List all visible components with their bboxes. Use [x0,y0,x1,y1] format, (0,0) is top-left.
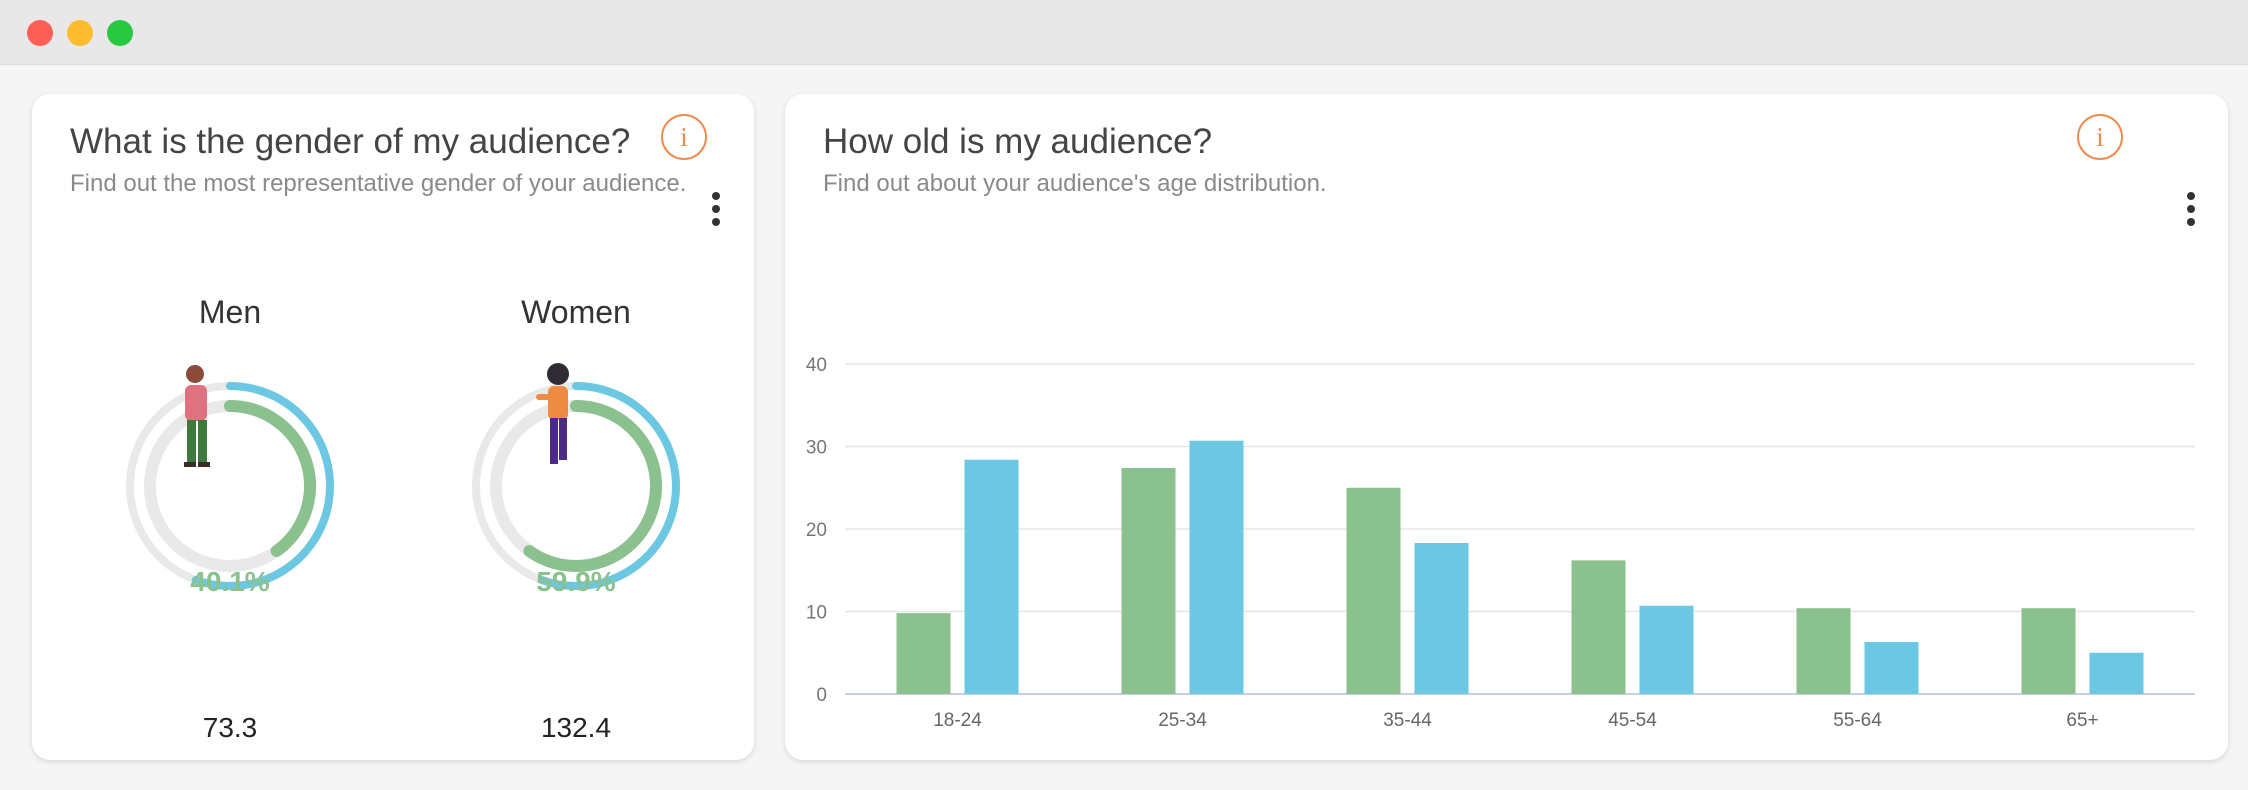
gender-card: What is the gender of my audience? Find … [32,94,754,760]
age-card: How old is my audience? Find out about y… [785,94,2228,760]
women-column: Women [466,294,686,331]
bar-55-64-series-1[interactable] [1796,608,1851,694]
bar-55-64-series-2[interactable] [1864,642,1919,694]
men-label: Men [198,294,262,330]
women-percent: 59.9% [536,566,616,597]
y-tick-label: 20 [806,520,827,541]
men-value: 73.3 [202,712,258,743]
x-tick-label: 55-64 [1833,710,1882,731]
bar-65+-series-2[interactable] [2089,652,2144,694]
x-tick-label: 45-54 [1608,710,1657,731]
gender-card-subtitle: Find out the most representative gender … [70,170,687,197]
x-tick-label: 35-44 [1383,710,1432,731]
age-bar-chart: 0 10 20 30 40 18-24 25-34 35-44 45-54 55-64 65+ [806,355,2195,731]
close-window-button[interactable] [27,20,53,46]
women-value: 132.4 [540,712,612,743]
bar-18-24-series-2[interactable] [964,459,1019,694]
more-options-icon[interactable] [710,192,722,230]
men-percent: 40.1% [190,566,270,597]
y-tick-label: 40 [806,355,827,376]
y-tick-label: 30 [806,438,827,459]
bar-18-24-series-1[interactable] [896,613,951,694]
x-tick-label: 65+ [2066,710,2098,731]
info-icon[interactable]: i [661,114,707,160]
bar-45-54-series-1[interactable] [1571,560,1626,694]
men-donut-chart [126,365,334,590]
minimize-window-button[interactable] [67,20,93,46]
y-tick-label: 10 [806,603,827,624]
y-tick-label: 0 [816,685,827,706]
window-titlebar [0,0,2248,65]
bar-35-44-series-2[interactable] [1414,543,1469,694]
bar-65+-series-1[interactable] [2021,608,2076,694]
men-column: Men [120,294,340,331]
bar-35-44-series-1[interactable] [1346,487,1401,694]
maximize-window-button[interactable] [107,20,133,46]
bar-45-54-series-2[interactable] [1639,605,1694,694]
bar-25-34-series-2[interactable] [1189,440,1244,694]
women-label: Women [521,294,631,330]
men-figure-illustration [184,365,210,467]
bar-25-34-series-1[interactable] [1121,467,1176,694]
x-tick-label: 18-24 [933,710,982,731]
donut-value-arc [523,400,662,572]
x-tick-label: 25-34 [1158,710,1207,731]
women-donut-chart [472,363,680,590]
gender-card-title: What is the gender of my audience? [70,122,631,161]
donut-value-arc [224,400,316,558]
